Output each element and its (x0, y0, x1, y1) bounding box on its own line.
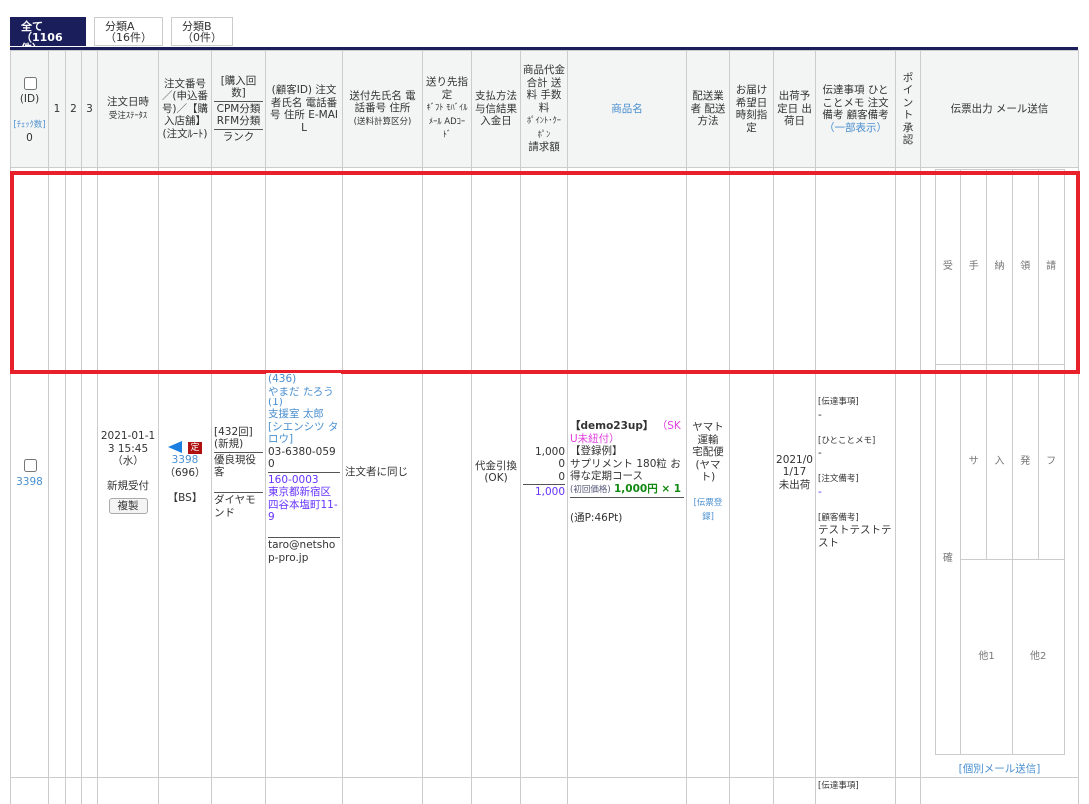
slip-button[interactable]: 他1 (960, 559, 1013, 755)
header-delivery: お届け希望日時刻指定 (729, 50, 774, 168)
header-recipient: 送付先氏名 電話番号 住所 (送料計算区分) (342, 50, 423, 168)
slip-button[interactable]: 確 (934, 364, 962, 755)
header-notes: 伝達事項 ひとことメモ 注文備考 顧客備考（一部表示） (815, 50, 896, 168)
slip-button[interactable]: 入 (986, 364, 1013, 560)
header-slip: 伝票出力 メール送信 (920, 50, 1079, 168)
slip-button[interactable]: フ (1037, 364, 1065, 560)
slip-register-link[interactable]: [伝票登録] (694, 498, 723, 522)
header-purchase: [購入回数] CPM分類 RFM分類 ランク (211, 50, 266, 168)
header-order-no: 注文番号／(申込番号)／【購入店舗】(注文ﾙｰﾄ) (158, 50, 212, 168)
header-carrier: 配送業者 配送方法 (686, 50, 730, 168)
tab-category-a[interactable]: 分類A （16件） (94, 17, 163, 46)
header-amount: 商品代金合計 送料 手数料 ﾎﾟｲﾝﾄ･ｸｰﾎﾟﾝ 請求額 (520, 50, 568, 168)
header-product[interactable]: 商品名 (567, 50, 687, 168)
category-tabs: 全て（1106件） 分類A（16件） 分類B（0件） (10, 17, 233, 54)
row2-customer-cell: (436) やまだ たろう (266, 373, 341, 398)
slip-button[interactable]: 納 (986, 169, 1013, 365)
header-1: 1 (48, 50, 66, 168)
select-all-checkbox[interactable] (23, 76, 37, 90)
table-row: 3398 2021-01-13 15:45（水） 新規受付 複製 定 3398 （696… (10, 167, 1079, 778)
slip-button[interactable]: 領 (1011, 169, 1039, 365)
slip-output-grid: 受手納領請 確サ入発フ 他1 他2 (934, 169, 1065, 755)
row-checkbox[interactable] (23, 459, 37, 473)
table-row: 2021-01 [伝達事項] (10, 776, 1079, 804)
tab-category-b[interactable]: 分類B （0件） (171, 17, 233, 46)
header-customer: (顧客ID) 注文者氏名 電話番号 住所 E-MAIL (265, 50, 343, 168)
arrow-left-icon (168, 440, 183, 453)
header-id: (ID) [ﾁｪｯｸ数] 0 (10, 50, 49, 168)
send-mail-link[interactable]: [個別メール送信] (959, 763, 1041, 775)
header-order-date: 注文日時 受注ｽﾃｰﾀｽ (97, 50, 159, 168)
orders-table: (ID) [ﾁｪｯｸ数] 0 1 2 3 注文日時 受注ｽﾃｰﾀｽ 注文番号／(申込番… (10, 50, 1079, 804)
header-ship: 出荷予定日 出荷日 (773, 50, 816, 168)
slip-button[interactable]: 手 (960, 169, 988, 365)
order-id-link[interactable]: 3398 (16, 476, 43, 488)
slip-button[interactable]: 他2 (1011, 559, 1065, 755)
slip-button[interactable]: サ (960, 364, 988, 560)
tab-all[interactable]: 全て（1106件） (10, 17, 86, 54)
header-point: ポイント承認 (895, 50, 921, 168)
header-payment: 支払方法 与信結果 入金日 (471, 50, 521, 168)
header-3: 3 (81, 50, 98, 168)
copy-button[interactable]: 複製 (108, 497, 148, 515)
slip-button[interactable]: 発 (1011, 364, 1039, 560)
header-2: 2 (65, 50, 82, 168)
slip-button[interactable]: 受 (934, 169, 962, 365)
header-row: (ID) [ﾁｪｯｸ数] 0 1 2 3 注文日時 受注ｽﾃｰﾀｽ 注文番号／(申込番… (10, 50, 1079, 168)
subscription-badge: 定 (188, 441, 202, 454)
slip-button[interactable]: 請 (1037, 169, 1065, 365)
header-destination: 送り先指定 ｷﾞﾌﾄ ﾓﾊﾞｲﾙﾒｰﾙ ADｺｰﾄﾞ (422, 50, 472, 168)
